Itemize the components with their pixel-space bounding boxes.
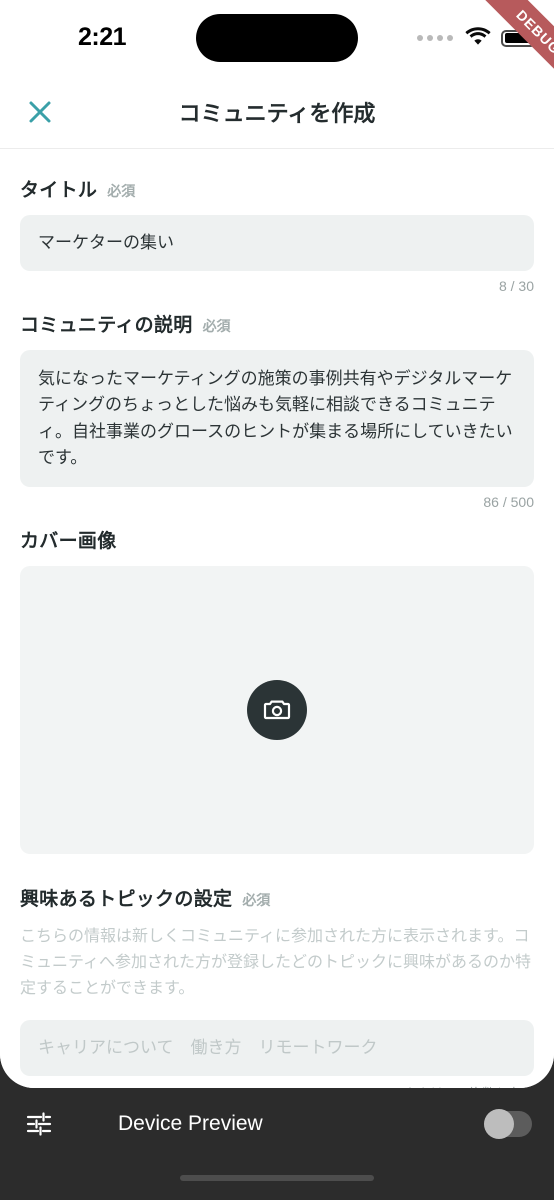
device-preview-bar: Device Preview xyxy=(0,1088,554,1200)
home-indicator xyxy=(180,1175,374,1181)
description-required-badge: 必須 xyxy=(202,318,231,334)
device-preview-toggle[interactable] xyxy=(484,1109,532,1139)
sliders-icon[interactable] xyxy=(22,1107,56,1141)
description-field-label-row: コミュニティの説明 必須 xyxy=(20,310,534,337)
app-header: コミュニティを作成 xyxy=(0,76,554,149)
status-bar-time: 2:21 xyxy=(78,23,127,51)
device-preview-row: Device Preview xyxy=(0,1088,554,1160)
topics-field-block: 興味あるトピックの設定 必須 こちらの情報は新しくコミュニティに参加された方に表… xyxy=(20,884,534,1088)
title-required-badge: 必須 xyxy=(107,183,136,199)
cover-image-block: カバー画像 xyxy=(20,526,534,855)
page-title: コミュニティを作成 xyxy=(178,101,376,126)
title-input[interactable]: マーケターの集い xyxy=(20,215,534,271)
topics-field-label: 興味あるトピックの設定 xyxy=(20,889,233,911)
title-field-label: タイトル xyxy=(20,180,98,201)
description-field-block: コミュニティの説明 必須 気になったマーケティングの施策の事例共有やデジタルマー… xyxy=(20,310,534,510)
topics-input[interactable]: キャリアについて 働き方 リモートワーク xyxy=(20,1020,534,1077)
create-community-form: タイトル 必須 マーケターの集い 8 / 30 コミュニティの説明 必須 気にな… xyxy=(0,149,554,1088)
wifi-icon xyxy=(465,26,491,50)
camera-upload-button[interactable] xyxy=(247,680,307,741)
title-field-block: タイトル 必須 マーケターの集い 8 / 30 xyxy=(20,175,534,294)
topics-field-label-row: 興味あるトピックの設定 必須 xyxy=(20,884,534,911)
cover-image-label: カバー画像 xyxy=(20,531,117,553)
device-preview-label: Device Preview xyxy=(118,1112,263,1135)
topics-field-description: こちらの情報は新しくコミュニティに参加された方に表示されます。コミュニティへ参加… xyxy=(20,928,532,998)
cover-image-label-row: カバー画像 xyxy=(20,526,534,553)
battery-icon xyxy=(501,29,538,47)
title-char-counter: 8 / 30 xyxy=(498,278,534,294)
status-bar-icons xyxy=(417,26,538,50)
dynamic-island xyxy=(196,14,358,62)
signal-dots-icon xyxy=(417,35,453,41)
topics-required-badge: 必須 xyxy=(242,892,271,909)
cover-image-dropzone[interactable] xyxy=(20,566,534,855)
status-bar: 2:21 xyxy=(0,0,554,76)
title-field-label-row: タイトル 必須 xyxy=(20,175,534,202)
camera-icon xyxy=(263,700,291,720)
description-char-counter: 86 / 500 xyxy=(483,494,534,511)
description-field-label: コミュニティの説明 xyxy=(20,315,193,336)
description-input[interactable]: 気になったマーケティングの施策の事例共有やデジタルマーケティングのちょっとした悩… xyxy=(20,350,534,488)
device-screen: 2:21 コミュニティを作成 タイトル 必須 マーケターの集い 8 / 30 コ… xyxy=(0,0,554,1088)
